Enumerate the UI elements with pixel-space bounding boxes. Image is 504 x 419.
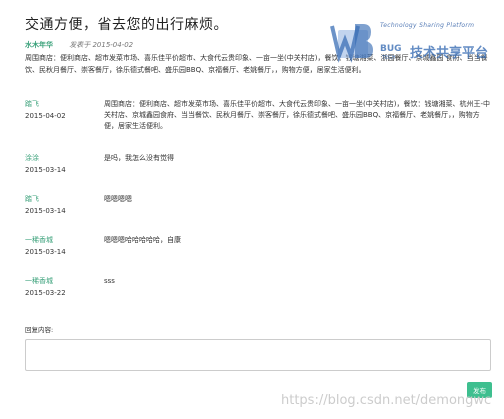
logo-tech-text: TECH bbox=[382, 55, 396, 61]
reply-text: 嗯嗯嗯嗯 bbox=[104, 195, 132, 203]
logo-cn-text: 技术共享平台 bbox=[410, 46, 489, 61]
reply-text: sss bbox=[104, 277, 115, 285]
reply-date: 2015-03-22 bbox=[25, 289, 66, 297]
reply-input[interactable] bbox=[25, 339, 491, 371]
reply-author[interactable]: 踏飞 bbox=[25, 194, 39, 205]
logo-mark-icon bbox=[330, 24, 373, 63]
page-title: 交通方便，省去您的出行麻烦。 bbox=[25, 17, 228, 33]
reply-date: 2015-03-14 bbox=[25, 248, 66, 256]
reply-date: 2015-04-02 bbox=[25, 112, 66, 120]
reply-author[interactable]: 涂涂 bbox=[25, 153, 39, 164]
reply-date: 2015-03-14 bbox=[25, 207, 66, 215]
post-date: 发表于 2015-04-02 bbox=[69, 41, 134, 49]
csdn-watermark: https://blog.csdn.net/demongwc bbox=[281, 393, 492, 408]
reply-text: 是吗，我怎么没有觉得 bbox=[104, 154, 174, 162]
reply-author[interactable]: 一稀香城 bbox=[25, 276, 53, 287]
reply-date: 2015-03-14 bbox=[25, 166, 66, 174]
post-meta: 水木年华 发表于 2015-04-02 bbox=[25, 40, 133, 50]
reply-text: 周围商店：便利商店、超市发菜市场、喜乐佳平价超市、大食代云贵印象、一亩一坐(中关… bbox=[104, 100, 490, 130]
reply-form-label: 回复内容: bbox=[25, 326, 54, 334]
logo-tagline: Technology Sharing Platform bbox=[380, 22, 475, 29]
logo-bug-text: BUG bbox=[380, 44, 402, 54]
reply-author[interactable]: 一稀香城 bbox=[25, 235, 53, 246]
watermark-logo: Technology Sharing Platform BUG TECH 技术共… bbox=[330, 20, 502, 72]
reply-text: 嗯嗯嗯哈哈哈哈哈，自康 bbox=[104, 236, 181, 244]
reply-author[interactable]: 踏飞 bbox=[25, 99, 39, 110]
post-author[interactable]: 水木年华 bbox=[25, 41, 53, 49]
